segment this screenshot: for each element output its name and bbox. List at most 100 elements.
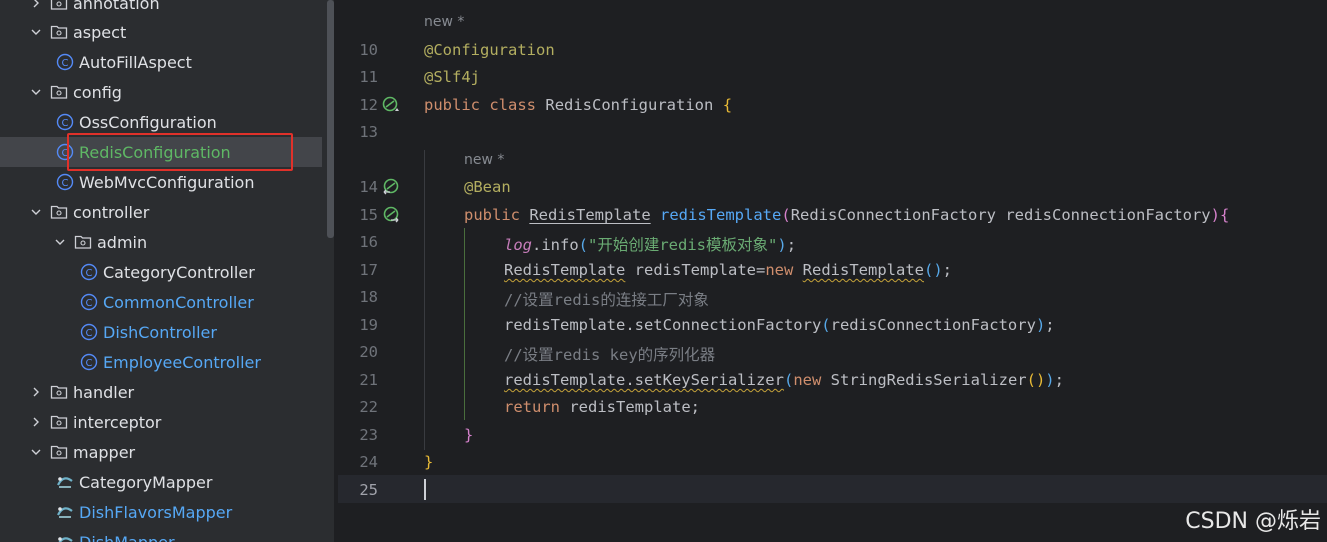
project-tree: annotation aspect C AutoFillAspect config C Os… — [0, 0, 326, 542]
indent-guide — [424, 150, 425, 450]
tree-item-label: admin — [97, 232, 148, 252]
bean-gutter-icon[interactable] — [382, 178, 400, 196]
svg-text:C: C — [86, 298, 93, 309]
tree-item-label: handler — [73, 382, 135, 402]
line-number[interactable]: 21 — [338, 371, 378, 389]
tree-item-dishflavorsmapper[interactable]: DishFlavorsMapper — [0, 497, 322, 527]
line-number[interactable]: 12 — [338, 96, 378, 114]
line-number[interactable]: 16 — [338, 233, 378, 251]
tree-item-label: mapper — [73, 442, 136, 462]
line-number[interactable]: 13 — [338, 123, 378, 141]
line-number[interactable]: 25 — [338, 481, 378, 499]
chevron-right-icon[interactable] — [30, 0, 42, 9]
code-editor[interactable]: 10 11 12 13 14 15 16 17 18 19 20 21 22 23 24 25 new * n… — [338, 0, 1327, 542]
line-number[interactable]: 24 — [338, 453, 378, 471]
code-line-12: public class RedisConfiguration { — [424, 96, 733, 114]
indent-guide — [464, 228, 465, 420]
package-folder-icon — [50, 203, 68, 221]
tree-item-webmvcconfiguration[interactable]: C WebMvcConfiguration — [0, 167, 322, 197]
tree-item-employeecontroller[interactable]: C EmployeeController — [0, 347, 322, 377]
line-number[interactable]: 11 — [338, 68, 378, 86]
tree-item-controller[interactable]: controller — [0, 197, 322, 227]
tree-item-label: DishFlavorsMapper — [79, 502, 233, 522]
code-line-22: return redisTemplate; — [504, 398, 700, 416]
line-number[interactable]: 18 — [338, 288, 378, 306]
chevron-down-icon[interactable] — [30, 86, 42, 98]
code-line-10: @Configuration — [424, 41, 555, 59]
line-number[interactable]: 22 — [338, 398, 378, 416]
line-number[interactable]: 19 — [338, 316, 378, 334]
tree-item-label: WebMvcConfiguration — [79, 172, 255, 192]
tree-item-dishcontroller[interactable]: C DishController — [0, 317, 322, 347]
tree-item-admin[interactable]: admin — [0, 227, 322, 257]
package-folder-icon — [50, 383, 68, 401]
svg-text:C: C — [86, 328, 93, 339]
package-folder-icon — [74, 233, 92, 251]
chevron-right-icon[interactable] — [30, 386, 42, 398]
tree-item-categorymapper[interactable]: CategoryMapper — [0, 467, 322, 497]
tree-item-label: interceptor — [73, 412, 162, 432]
line-number[interactable]: 20 — [338, 343, 378, 361]
highlight-annotation-box — [67, 133, 293, 171]
package-folder-icon — [50, 83, 68, 101]
line-number[interactable]: 17 — [338, 261, 378, 279]
tree-item-label: AutoFillAspect — [79, 52, 192, 72]
package-folder-icon — [50, 23, 68, 41]
code-line-11: @Slf4j — [424, 68, 480, 86]
tree-item-label: annotation — [73, 0, 160, 13]
package-folder-icon — [50, 443, 68, 461]
chevron-down-icon[interactable] — [54, 236, 66, 248]
code-line-20: //设置redis key的序列化器 — [504, 346, 716, 364]
line-number[interactable]: 14 — [338, 178, 378, 196]
svg-text:C: C — [62, 118, 69, 129]
tree-item-label: EmployeeController — [103, 352, 261, 372]
svg-text:C: C — [86, 358, 93, 369]
code-line-16: log.info("开始创建redis模板对象"); — [504, 236, 797, 254]
line-number[interactable]: 15 — [338, 206, 378, 224]
author-hint[interactable]: new * — [424, 14, 464, 30]
watermark: CSDN @烁岩 — [1185, 509, 1321, 534]
tree-item-label: OssConfiguration — [79, 112, 217, 132]
current-line-highlight — [338, 475, 1327, 503]
chevron-down-icon[interactable] — [30, 446, 42, 458]
java-class-icon: C — [56, 53, 74, 71]
bean-gutter-icon[interactable] — [382, 206, 400, 224]
tree-item-label: controller — [73, 202, 150, 222]
tree-scrollbar[interactable] — [326, 0, 334, 542]
tree-item-commoncontroller[interactable]: C CommonController — [0, 287, 322, 317]
tree-item-aspect[interactable]: aspect — [0, 17, 322, 47]
tree-item-categorycontroller[interactable]: C CategoryController — [0, 257, 322, 287]
svg-text:C: C — [62, 58, 69, 69]
tree-item-label: CategoryController — [103, 262, 255, 282]
java-class-icon: C — [80, 323, 98, 341]
tree-item-label: aspect — [73, 22, 127, 42]
package-folder-icon — [50, 0, 68, 12]
tree-scrollbar-thumb[interactable] — [327, 0, 334, 238]
tree-item-interceptor[interactable]: interceptor — [0, 407, 322, 437]
chevron-down-icon[interactable] — [30, 206, 42, 218]
bean-gutter-icon[interactable] — [382, 96, 400, 114]
author-hint[interactable]: new * — [464, 152, 504, 168]
chevron-down-icon[interactable] — [30, 26, 42, 38]
code-line-17: RedisTemplate redisTemplate=new RedisTem… — [504, 261, 953, 279]
text-cursor — [424, 479, 426, 500]
tree-item-label: CommonController — [103, 292, 254, 312]
package-folder-icon — [50, 413, 68, 431]
chevron-right-icon[interactable] — [30, 416, 42, 428]
line-number[interactable]: 23 — [338, 426, 378, 444]
mybatis-mapper-icon — [56, 503, 74, 521]
code-line-19: redisTemplate.setConnectionFactory(redis… — [504, 316, 1055, 334]
line-number[interactable]: 10 — [338, 41, 378, 59]
tree-item-config[interactable]: config — [0, 77, 322, 107]
tree-item-mapper[interactable]: mapper — [0, 437, 322, 467]
code-line-18: //设置redis的连接工厂对象 — [504, 291, 709, 309]
code-line-14: @Bean — [464, 178, 511, 196]
tree-item-dishmapper[interactable]: DishMapper — [0, 527, 322, 542]
java-class-icon: C — [56, 173, 74, 191]
tree-item-handler[interactable]: handler — [0, 377, 322, 407]
tree-item-autofillaspect[interactable]: C AutoFillAspect — [0, 47, 322, 77]
svg-text:C: C — [86, 268, 93, 279]
tree-item-label: DishController — [103, 322, 217, 342]
tree-item-label: CategoryMapper — [79, 472, 213, 492]
tree-item-annotation[interactable]: annotation — [0, 0, 322, 18]
